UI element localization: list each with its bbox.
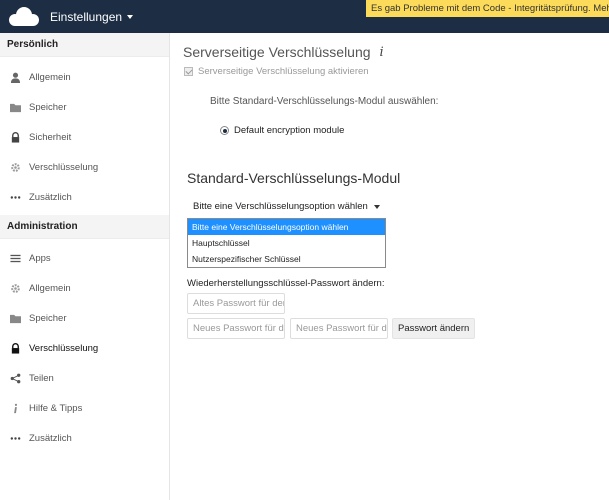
gear-icon [9, 161, 21, 173]
folder-icon [9, 101, 21, 113]
sidebar-item-personal-encryption[interactable]: Verschlüsselung [0, 152, 169, 182]
module-heading: Standard-Verschlüsselungs-Modul [187, 170, 401, 186]
sidebar-item-admin-general[interactable]: Allgemein [0, 273, 169, 303]
chevron-down-icon [127, 15, 134, 19]
top-header: Einstellungen Es gab Probleme mit dem Co… [0, 0, 609, 33]
change-password-button[interactable]: Passwort ändern [392, 318, 476, 339]
sidebar-item-label: Verschlüsselung [29, 161, 99, 173]
integrity-warning-banner[interactable]: Es gab Probleme mit dem Code - Integritä… [366, 0, 609, 17]
default-module-label: Default encryption module [234, 125, 345, 136]
page-title-wrapper: Serverseitige Verschlüsselung i [183, 44, 384, 60]
sidebar-item-label: Zusätzlich [29, 191, 72, 203]
settings-sidebar: Persönlich Allgemein Speicher Sicherheit… [0, 33, 170, 500]
sidebar-item-label: Zusätzlich [29, 432, 72, 444]
sidebar-item-personal-storage[interactable]: Speicher [0, 92, 169, 122]
sidebar-item-admin-additional[interactable]: Zusätzlich [0, 423, 169, 453]
sidebar-item-admin-encryption[interactable]: Verschlüsselung [0, 333, 169, 363]
more-icon [9, 432, 21, 444]
sidebar-item-personal-security[interactable]: Sicherheit [0, 122, 169, 152]
new-password-input[interactable]: Neues Passwort für d [187, 318, 285, 339]
sidebar-item-help-tips[interactable]: Hilfe & Tipps [0, 393, 169, 423]
encryption-option-dropdown[interactable]: Bitte eine Verschlüsselungsoption wählen [187, 196, 386, 217]
sidebar-item-label: Speicher [29, 312, 67, 324]
sidebar-item-label: Allgemein [29, 282, 71, 294]
sidebar-item-label: Verschlüsselung [29, 342, 99, 354]
page-title: Serverseitige Verschlüsselung [183, 44, 371, 60]
app-title: Einstellungen [50, 10, 123, 24]
list-icon [9, 252, 21, 264]
lock-icon [9, 342, 21, 354]
encryption-option-list: Bitte eine Verschlüsselungsoption wählen… [187, 218, 386, 268]
section-heading-administration: Administration [0, 215, 169, 239]
section-heading-personal: Persönlich [0, 33, 169, 57]
recovery-password-label: Wiederherstellungsschlüssel-Passwort änd… [187, 278, 385, 289]
info-icon [9, 402, 21, 414]
enable-encryption-checkbox[interactable] [184, 67, 193, 76]
app-menu-button[interactable]: Einstellungen [50, 10, 134, 24]
module-radio-row[interactable]: Default encryption module [220, 125, 344, 136]
user-icon [9, 71, 21, 83]
chevron-down-icon [373, 204, 380, 209]
enable-encryption-checkbox-row[interactable]: Serverseitige Verschlüsselung aktivieren [184, 66, 369, 77]
sidebar-item-label: Allgemein [29, 71, 71, 83]
sidebar-item-sharing[interactable]: Teilen [0, 363, 169, 393]
default-module-radio[interactable] [220, 126, 229, 135]
repeat-new-password-input[interactable]: Neues Passwort für d [290, 318, 388, 339]
sidebar-item-label: Teilen [29, 372, 54, 384]
sidebar-item-personal-general[interactable]: Allgemein [0, 62, 169, 92]
select-module-label: Bitte Standard-Verschlüsselungs-Modul au… [210, 96, 439, 107]
share-icon [9, 372, 21, 384]
dropdown-option-master-key[interactable]: Hauptschlüssel [188, 235, 385, 251]
enable-encryption-label: Serverseitige Verschlüsselung aktivieren [198, 66, 369, 77]
sidebar-item-label: Hilfe & Tipps [29, 402, 83, 414]
owncloud-logo-icon[interactable] [7, 6, 41, 28]
sidebar-item-label: Apps [29, 252, 51, 264]
sidebar-item-personal-additional[interactable]: Zusätzlich [0, 182, 169, 212]
sidebar-item-apps[interactable]: Apps [0, 243, 169, 273]
dropdown-label: Bitte eine Verschlüsselungsoption wählen [193, 201, 368, 212]
lock-icon [9, 131, 21, 143]
old-password-input[interactable]: Altes Passwort für den [187, 293, 285, 314]
info-icon[interactable]: i [380, 45, 384, 60]
sidebar-item-label: Sicherheit [29, 131, 72, 143]
more-icon [9, 191, 21, 203]
dropdown-option-placeholder[interactable]: Bitte eine Verschlüsselungsoption wählen [188, 219, 385, 235]
folder-icon [9, 312, 21, 324]
encryption-settings-panel: Serverseitige Verschlüsselung i Serverse… [171, 33, 609, 500]
sidebar-item-label: Speicher [29, 101, 67, 113]
sidebar-item-admin-storage[interactable]: Speicher [0, 303, 169, 333]
gear-icon [9, 282, 21, 294]
dropdown-option-user-key[interactable]: Nutzerspezifischer Schlüssel [188, 251, 385, 267]
